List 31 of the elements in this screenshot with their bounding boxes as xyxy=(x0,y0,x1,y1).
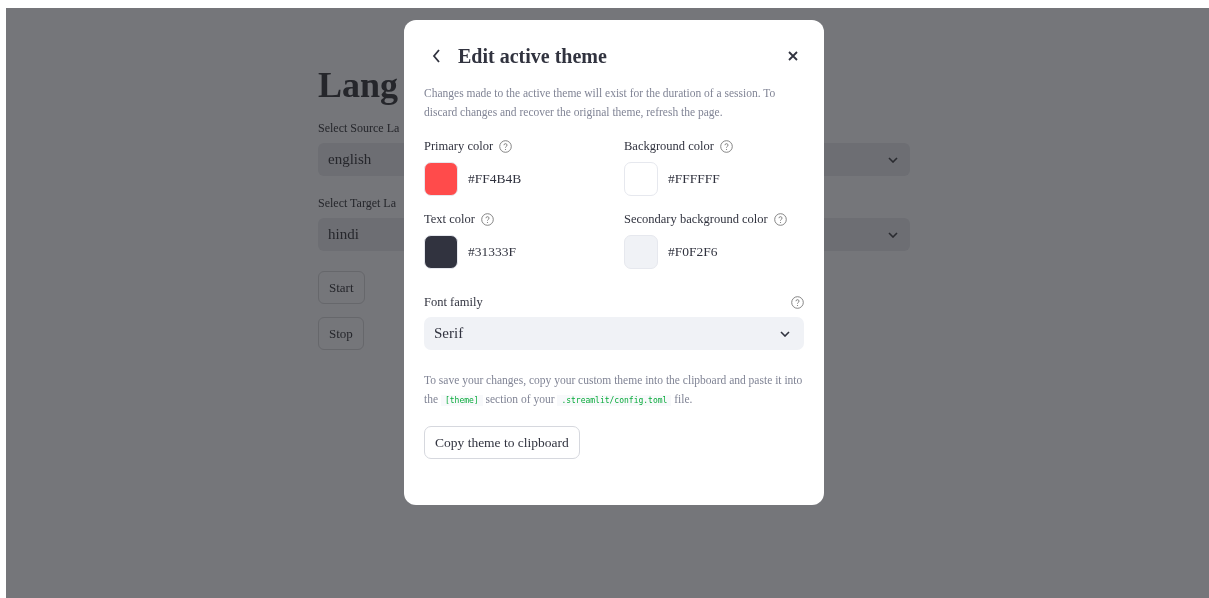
color-swatch[interactable] xyxy=(624,162,658,196)
copy-theme-button[interactable]: Copy theme to clipboard xyxy=(424,426,580,459)
help-icon[interactable] xyxy=(480,212,494,226)
chevron-down-icon xyxy=(780,330,790,337)
color-label: Background color xyxy=(624,138,714,154)
help-icon[interactable] xyxy=(719,139,733,153)
color-hex-value: #FFFFFF xyxy=(668,171,720,187)
close-icon[interactable] xyxy=(788,51,798,61)
chevron-down-icon xyxy=(888,231,898,238)
help-icon[interactable] xyxy=(499,139,513,153)
color-hex-value: #31333F xyxy=(468,244,516,260)
field-label: Select Target La xyxy=(318,196,398,211)
field-label: Select Source La xyxy=(318,121,401,136)
help-icon[interactable] xyxy=(773,212,787,226)
dialog-description: Changes made to the active theme will exist for the duration of a session. To discard changes and recover the original theme, refresh the page. xyxy=(424,86,777,121)
dialog-title: Edit active theme xyxy=(458,44,608,68)
color-swatch[interactable] xyxy=(424,162,458,196)
page-title: Lang xyxy=(318,64,400,107)
font-family-label: Font family xyxy=(424,294,483,310)
color-hex-value: #F0F2F6 xyxy=(668,244,718,260)
color-label: Secondary background color xyxy=(624,211,768,227)
color-hex-value: #FF4B4B xyxy=(468,171,522,187)
back-icon[interactable] xyxy=(432,49,441,63)
chevron-down-icon xyxy=(888,156,898,163)
save-instructions: To save your changes, copy your custom theme into the clipboard and paste it into the [theme] section of your .streamlit/config.toml file. xyxy=(424,373,804,408)
color-label: Primary color xyxy=(424,138,494,154)
color-swatch[interactable] xyxy=(624,235,658,269)
font-family-select[interactable]: Serif xyxy=(424,317,804,350)
color-label: Text color xyxy=(424,211,475,227)
help-icon[interactable] xyxy=(791,295,804,309)
color-swatch[interactable] xyxy=(424,235,458,269)
